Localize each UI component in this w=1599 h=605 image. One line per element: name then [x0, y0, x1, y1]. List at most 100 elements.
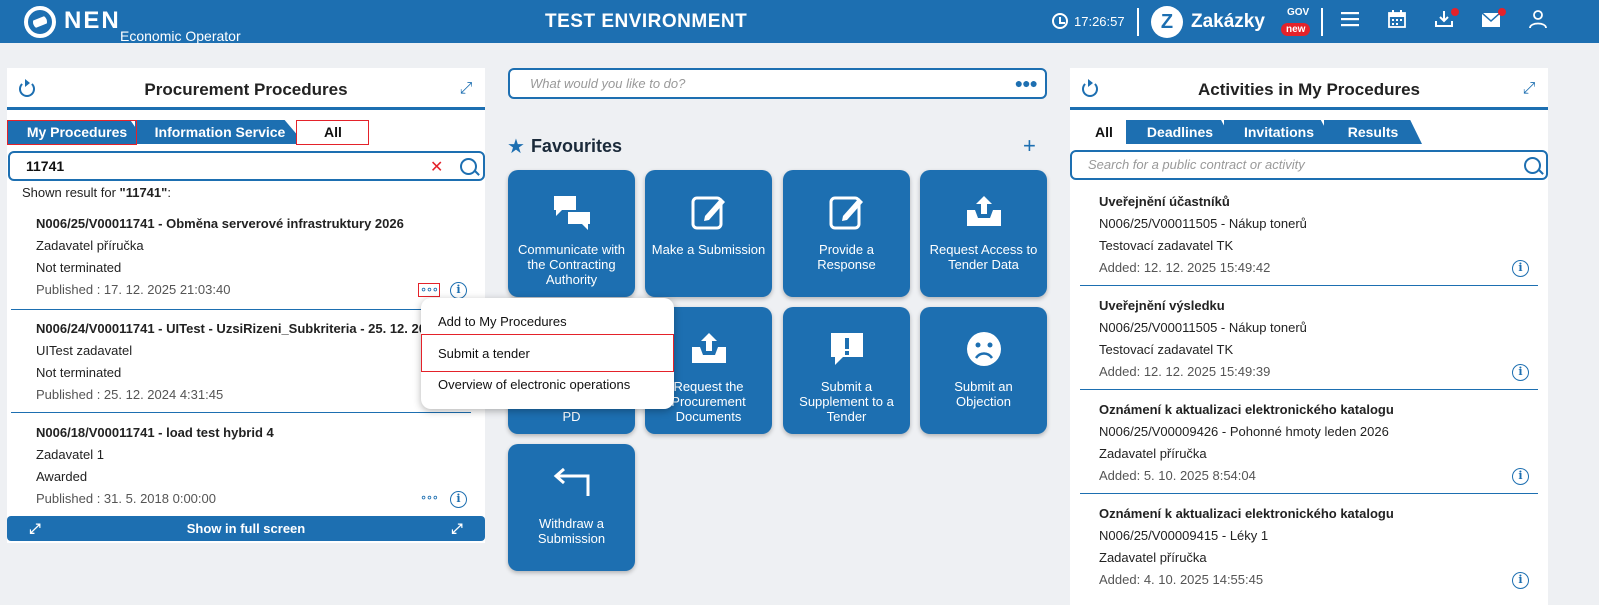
upload-tray-icon	[920, 194, 1047, 232]
activity-search-input[interactable]	[1088, 157, 1468, 172]
zakazky-gov: GOV	[1287, 7, 1310, 18]
zakazky-gov-link[interactable]: Z Zakázky GOV new	[1151, 5, 1311, 39]
procedure-status: Not terminated	[36, 365, 122, 380]
action-search-input[interactable]	[530, 76, 990, 91]
tab-invitations[interactable]: Invitations	[1224, 120, 1334, 144]
activity-title[interactable]: Oznámení k aktualizaci elektronického ka…	[1099, 402, 1394, 417]
procurement-procedures-panel: Procurement Procedures ⤢ My Procedures I…	[7, 68, 485, 543]
menu-item-electronic-operations[interactable]: Overview of electronic operations	[438, 377, 630, 392]
activity-authority: Testovací zadavatel TK	[1099, 238, 1234, 253]
clock-icon	[1052, 13, 1068, 29]
user-icon[interactable]	[1527, 10, 1549, 32]
more-options-button[interactable]: ∘∘∘	[418, 492, 440, 506]
nen-logo-icon	[24, 6, 56, 38]
activity-title[interactable]: Uveřejnění výsledku	[1099, 298, 1225, 313]
tile-request-access[interactable]: Request Access to Tender Data	[920, 170, 1047, 297]
header-divider	[1137, 8, 1139, 36]
star-icon: ★	[507, 135, 525, 158]
activity-authority: Zadavatel příručka	[1099, 446, 1207, 461]
top-bar: NEN Economic Operator TEST ENVIRONMENT 1…	[0, 0, 1599, 44]
tile-submit-objection[interactable]: Submit an Objection	[920, 307, 1047, 434]
procedure-authority: UITest zadavatel	[36, 343, 133, 358]
info-icon[interactable]: i	[450, 282, 467, 299]
hamburger-menu-icon[interactable]	[1339, 10, 1361, 32]
expand-icon[interactable]: ⤢	[1520, 80, 1538, 98]
tab-all[interactable]: All	[297, 120, 369, 144]
procedure-item[interactable]: N006/25/V00011741 - Obměna serverové inf…	[7, 204, 485, 308]
panel-title: Activities in My Procedures	[1197, 80, 1421, 99]
menu-item-add-to-my-procedures[interactable]: Add to My Procedures	[438, 314, 567, 329]
info-icon[interactable]: i	[1512, 364, 1529, 381]
chat-icon	[508, 194, 635, 232]
tab-results[interactable]: Results	[1324, 120, 1422, 144]
logo-subtitle: Economic Operator	[120, 28, 241, 44]
result-prefix: Shown result for	[22, 185, 120, 200]
tile-make-submission[interactable]: Make a Submission	[645, 170, 772, 297]
show-in-full-screen-button[interactable]: ⤢ Show in full screen ⤢	[7, 516, 485, 541]
activity-added: Added: 4. 10. 2025 14:55:45	[1099, 572, 1264, 587]
search-icon[interactable]	[1524, 157, 1541, 174]
activity-tabs: All Deadlines Invitations Results	[1070, 120, 1548, 146]
calendar-icon[interactable]	[1386, 10, 1408, 32]
action-search: ●●●	[508, 68, 1047, 99]
procedure-item[interactable]: N006/18/V00011741 - load test hybrid 4 Z…	[7, 413, 485, 515]
zakazky-logo-icon: Z	[1151, 6, 1183, 38]
activity-contract: N006/25/V00011505 - Nákup tonerů	[1099, 320, 1307, 335]
panel-header: Activities in My Procedures ⤢	[1070, 68, 1548, 110]
tile-withdraw-submission[interactable]: Withdraw a Submission	[508, 444, 635, 571]
more-dots-icon[interactable]: ●●●	[1015, 75, 1038, 91]
favourites-header: ★ Favourites	[507, 136, 622, 157]
tile-label: PD	[562, 409, 581, 424]
separator	[1080, 285, 1538, 286]
tile-label: Withdraw a Submission	[537, 516, 606, 546]
tile-provide-response[interactable]: Provide a Response	[783, 170, 910, 297]
add-favourite-icon[interactable]: +	[1023, 133, 1036, 159]
info-icon[interactable]: i	[1512, 468, 1529, 485]
separator	[1080, 493, 1538, 494]
info-icon[interactable]: i	[1512, 572, 1529, 589]
tile-label: Submit a Supplement to a Tender	[799, 379, 894, 424]
logo-text: NEN	[64, 7, 121, 34]
activity-item[interactable]: Oznámení k aktualizaci elektronického ka…	[1070, 392, 1548, 496]
clock-time: 17:26:57	[1074, 13, 1125, 29]
activity-contract: N006/25/V00009415 - Léky 1	[1099, 528, 1269, 543]
mail-icon[interactable]	[1480, 8, 1506, 32]
activity-authority: Zadavatel příručka	[1099, 550, 1207, 565]
activity-contract: N006/25/V00009426 - Pohonné hmoty leden …	[1099, 424, 1389, 439]
activity-authority: Testovací zadavatel TK	[1099, 342, 1234, 357]
info-icon[interactable]: i	[450, 491, 467, 508]
tile-submit-supplement[interactable]: Submit a Supplement to a Tender	[783, 307, 910, 434]
tile-communicate[interactable]: Communicate with the Contracting Authori…	[508, 170, 635, 297]
search-icon[interactable]	[460, 158, 477, 175]
expand-icon[interactable]: ⤢	[457, 80, 475, 98]
tab-information-service[interactable]: Information Service	[135, 120, 305, 144]
activity-contract: N006/25/V00011505 - Nákup tonerů	[1099, 216, 1307, 231]
procedure-title[interactable]: N006/24/V00011741 - UITest - UzsiRizeni_…	[36, 321, 440, 336]
tab-my-procedures[interactable]: My Procedures	[7, 120, 147, 144]
more-options-button[interactable]: ∘∘∘	[418, 283, 440, 297]
activity-item[interactable]: Uveřejnění účastníků N006/25/V00011505 -…	[1070, 184, 1548, 288]
session-clock: 17:26:57	[1052, 13, 1125, 29]
menu-item-submit-tender[interactable]: Submit a tender	[438, 346, 530, 361]
expand-icon: ⤢	[29, 520, 41, 536]
environment-title: TEST ENVIRONMENT	[545, 11, 748, 32]
activity-title[interactable]: Uveřejnění účastníků	[1099, 194, 1230, 209]
procedure-published: Published : 17. 12. 2025 21:03:40	[36, 282, 231, 297]
procedure-tabs: My Procedures Information Service All	[7, 120, 485, 146]
activity-item[interactable]: Uveřejnění výsledku N006/25/V00011505 - …	[1070, 288, 1548, 392]
clear-icon[interactable]: ✕	[430, 157, 443, 177]
procedure-search-input[interactable]	[26, 158, 405, 174]
procedure-title[interactable]: N006/25/V00011741 - Obměna serverové inf…	[36, 216, 404, 231]
activity-title[interactable]: Oznámení k aktualizaci elektronického ka…	[1099, 506, 1394, 521]
expand-icon: ⤢	[451, 520, 463, 536]
tab-all-activities[interactable]: All	[1074, 120, 1134, 144]
tab-deadlines[interactable]: Deadlines	[1126, 120, 1234, 144]
procedure-status: Not terminated	[36, 260, 122, 275]
info-icon[interactable]: i	[1512, 260, 1529, 277]
activity-item[interactable]: Oznámení k aktualizaci elektronického ka…	[1070, 496, 1548, 600]
procedure-item[interactable]: N006/24/V00011741 - UITest - UzsiRizeni_…	[7, 310, 485, 412]
activity-added: Added: 5. 10. 2025 8:54:04	[1099, 468, 1256, 483]
download-icon[interactable]	[1433, 8, 1459, 32]
procedure-title[interactable]: N006/18/V00011741 - load test hybrid 4	[36, 425, 274, 440]
procedure-search: ✕	[8, 151, 485, 181]
